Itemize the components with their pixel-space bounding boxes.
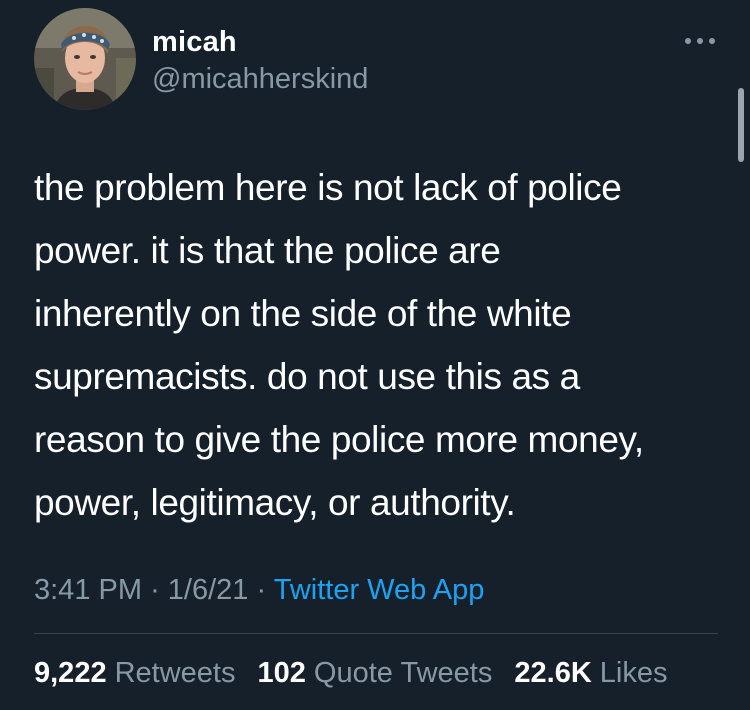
quote-tweets-stat[interactable]: 102 Quote Tweets [258, 657, 493, 689]
user-avatar-icon [34, 8, 136, 110]
author-display-name[interactable]: micah [152, 26, 237, 59]
tweet-text-line: reason to give the police more money, [34, 419, 644, 460]
tweet-stats: 9,222 Retweets 102 Quote Tweets 22.6K Likes [34, 657, 681, 690]
likes-stat[interactable]: 22.6K Likes [514, 657, 667, 689]
tweet-text-line: supremacists. do not use this as a [34, 356, 580, 397]
tweet-text-line: power, legitimacy, or authority. [34, 482, 516, 523]
quote-tweets-count: 102 [257, 657, 306, 689]
more-options-button[interactable] [678, 26, 722, 56]
tweet-meta: 3:41 PM · 1/6/21 · Twitter Web App [34, 574, 484, 607]
avatar[interactable] [34, 8, 136, 110]
retweets-count: 9,222 [34, 657, 107, 689]
tweet-text-line: inherently on the side of the white [34, 293, 572, 334]
author-handle[interactable]: @micahherskind [152, 63, 368, 96]
tweet-time[interactable]: 3:41 PM [34, 574, 142, 606]
tweet-text: the problem here is not lack of police p… [34, 156, 724, 534]
more-horizontal-icon [685, 38, 715, 44]
divider [34, 633, 718, 634]
tweet-text-line: power. it is that the police are [34, 230, 501, 271]
meta-separator: · [150, 574, 160, 606]
tweet-container: micah @micahherskind the problem here is… [0, 0, 750, 710]
likes-label: Likes [599, 657, 668, 689]
tweet-source-link[interactable]: Twitter Web App [274, 574, 485, 606]
likes-count: 22.6K [514, 657, 592, 689]
quote-tweets-label: Quote Tweets [313, 657, 493, 689]
meta-separator: · [256, 574, 267, 606]
retweets-label: Retweets [114, 657, 236, 689]
tweet-date[interactable]: 1/6/21 [168, 574, 249, 606]
retweets-stat[interactable]: 9,222 Retweets [34, 657, 235, 689]
scrollbar-thumb[interactable] [738, 88, 744, 162]
tweet-text-line: the problem here is not lack of police [34, 167, 622, 208]
